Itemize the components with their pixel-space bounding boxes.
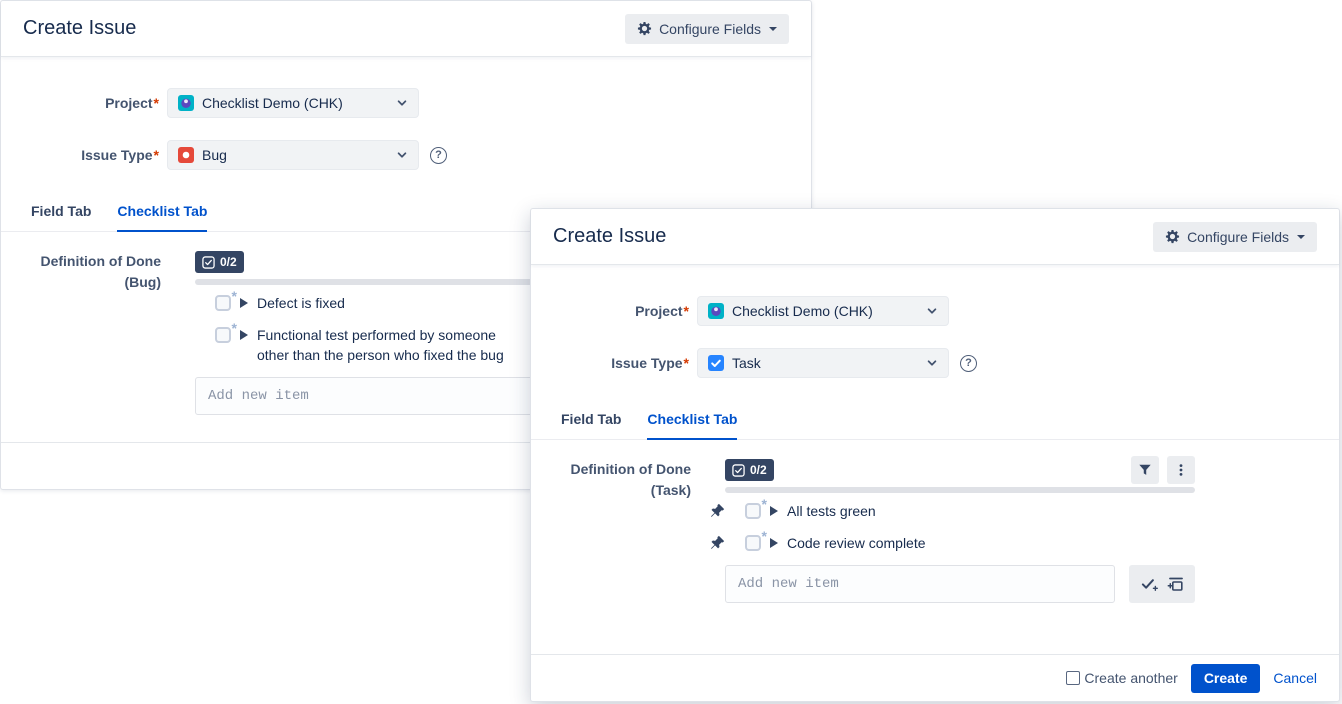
project-select-value: Checklist Demo (CHK) [732, 303, 873, 319]
dialog-body: Project* Checklist Demo (CHK) Issue Type… [531, 266, 1339, 653]
help-circle-icon[interactable]: ? [960, 355, 977, 372]
page-title: Create Issue [553, 225, 666, 248]
triangle-right-icon[interactable] [240, 330, 248, 340]
triangle-right-icon[interactable] [770, 538, 778, 548]
chevron-down-icon [396, 149, 408, 161]
page-title: Create Issue [23, 17, 136, 40]
mandatory-asterisk: * [762, 528, 767, 544]
dialog-footer: Create another Create Cancel [531, 654, 1339, 701]
chevron-down-icon [926, 357, 938, 369]
pushpin-icon[interactable] [710, 535, 725, 550]
progress-badge: 0/2 [725, 459, 774, 481]
project-avatar-icon [178, 95, 194, 111]
cancel-link[interactable]: Cancel [1273, 670, 1317, 686]
kebab-menu-icon [1174, 463, 1188, 477]
create-another-label: Create another [1084, 670, 1177, 686]
project-label: Project* [531, 303, 689, 319]
item-checkbox[interactable]: * [215, 327, 231, 343]
issue-type-select-value: Bug [202, 147, 227, 163]
item-text: Code review complete [787, 533, 926, 553]
filter-button[interactable] [1131, 456, 1159, 484]
dialog-header: Create Issue Configure Fields [1, 1, 811, 57]
create-issue-dialog-task: Create Issue Configure Fields Project* C… [530, 208, 1340, 702]
more-options-button[interactable] [1167, 456, 1195, 484]
create-another-checkbox[interactable] [1066, 671, 1080, 685]
item-text: Functional test performed by someone oth… [257, 325, 515, 365]
issue-type-select[interactable]: Bug [167, 140, 419, 170]
configure-fields-label: Configure Fields [659, 21, 761, 37]
gear-icon [1165, 229, 1180, 244]
checkbox-icon [202, 256, 215, 269]
checklist-field-label: Definition of Done (Bug) [1, 251, 161, 293]
project-label: Project* [1, 95, 159, 111]
configure-fields-label: Configure Fields [1187, 229, 1289, 245]
tab-checklist[interactable]: Checklist Tab [117, 203, 207, 232]
add-new-item-input[interactable] [725, 565, 1115, 603]
required-asterisk: * [684, 303, 689, 319]
help-circle-icon[interactable]: ? [430, 147, 447, 164]
create-button[interactable]: Create [1191, 664, 1261, 693]
dialog-header: Create Issue Configure Fields [531, 209, 1339, 265]
issue-type-label: Issue Type* [531, 355, 689, 371]
mandatory-asterisk: * [232, 320, 237, 336]
mandatory-asterisk: * [232, 288, 237, 304]
project-avatar-icon [708, 303, 724, 319]
issue-type-label: Issue Type* [1, 147, 159, 163]
item-text: All tests green [787, 501, 876, 521]
checkbox-icon [732, 464, 745, 477]
project-select[interactable]: Checklist Demo (CHK) [697, 296, 949, 326]
item-checkbox[interactable]: * [745, 535, 761, 551]
tab-field[interactable]: Field Tab [31, 203, 91, 232]
tab-field[interactable]: Field Tab [561, 411, 621, 440]
gear-icon [637, 21, 652, 36]
required-asterisk: * [684, 355, 689, 371]
checklist-field: Definition of Done (Task) 0/2 [531, 456, 1339, 603]
triangle-right-icon[interactable] [240, 298, 248, 308]
chevron-down-icon [396, 97, 408, 109]
checklist-item: * Code review complete [725, 533, 1195, 553]
mandatory-asterisk: * [762, 496, 767, 512]
checklist-progress-bar [725, 487, 1195, 493]
checklist-field-label: Definition of Done (Task) [531, 459, 691, 501]
tab-bar: Field Tab Checklist Tab [531, 411, 1339, 440]
add-new-item-input[interactable] [195, 377, 585, 415]
progress-badge: 0/2 [195, 251, 244, 273]
issue-type-select-value: Task [732, 355, 761, 371]
project-select-value: Checklist Demo (CHK) [202, 95, 343, 111]
item-checkbox[interactable]: * [745, 503, 761, 519]
configure-fields-button[interactable]: Configure Fields [625, 14, 789, 44]
bug-type-icon [178, 147, 194, 163]
configure-fields-button[interactable]: Configure Fields [1153, 222, 1317, 252]
item-text: Defect is fixed [257, 293, 345, 313]
check-plus-icon [1141, 576, 1158, 592]
item-checkbox[interactable]: * [215, 295, 231, 311]
tab-checklist[interactable]: Checklist Tab [647, 411, 737, 440]
issue-type-select[interactable]: Task [697, 348, 949, 378]
caret-down-icon [769, 27, 777, 31]
required-asterisk: * [154, 147, 159, 163]
progress-badge-count: 0/2 [750, 463, 767, 477]
triangle-right-icon[interactable] [770, 506, 778, 516]
chevron-down-icon [926, 305, 938, 317]
task-type-icon [708, 355, 724, 371]
progress-badge-count: 0/2 [220, 255, 237, 269]
required-asterisk: * [154, 95, 159, 111]
checklist-item: * All tests green [725, 501, 1195, 521]
filter-funnel-icon [1138, 463, 1152, 477]
caret-down-icon [1297, 235, 1305, 239]
add-item-actions-button[interactable] [1129, 565, 1195, 603]
project-select[interactable]: Checklist Demo (CHK) [167, 88, 419, 118]
pushpin-icon[interactable] [710, 503, 725, 518]
add-box-icon [1167, 576, 1184, 592]
